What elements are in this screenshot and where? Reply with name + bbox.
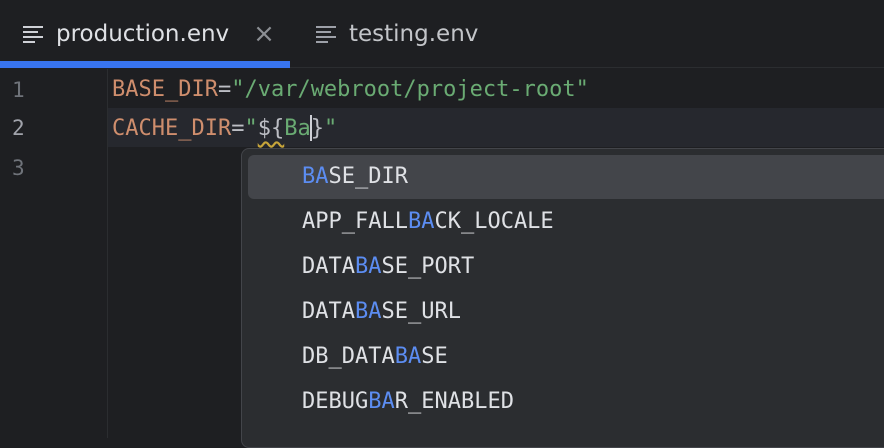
close-icon[interactable]: ×	[253, 21, 275, 47]
equals-sign: =	[231, 116, 245, 141]
close-quote: "	[323, 116, 338, 141]
item-prefix: DATA	[302, 299, 355, 324]
env-value: "/var/webroot/project-root"	[231, 77, 589, 102]
completion-popup: BASE_DIR APP_FALLBACK_LOCALE DATABASE_PO…	[241, 148, 884, 448]
match-highlight: BA	[368, 389, 395, 414]
item-suffix: SE_PORT	[381, 254, 475, 279]
item-suffix: SE_URL	[381, 299, 461, 324]
match-highlight: BA	[394, 344, 422, 369]
completion-item-db-database[interactable]: DB_DATABASE	[248, 335, 884, 379]
equals-sign: =	[217, 77, 232, 102]
line-number: 2	[12, 116, 25, 140]
line-number-gutter: 1 2 3	[0, 69, 108, 438]
text-file-icon	[22, 24, 44, 44]
editor-tab-bar: production.env × testing.env	[0, 0, 884, 68]
env-key: BASE_DIR	[112, 77, 218, 102]
tab-production-env[interactable]: production.env ×	[0, 0, 290, 68]
item-prefix: DEBUG	[302, 389, 369, 414]
item-prefix: DB_DATA	[302, 344, 395, 369]
item-suffix: SE	[421, 344, 448, 369]
match-highlight: BA	[302, 164, 329, 189]
template-close: }	[310, 116, 324, 141]
line-number: 3	[12, 156, 25, 180]
env-key: CACHE_DIR	[112, 116, 232, 141]
match-highlight: BA	[354, 299, 382, 324]
text-file-icon	[315, 24, 337, 44]
text-caret	[309, 115, 312, 141]
match-highlight: BA	[407, 209, 435, 234]
open-quote: "	[244, 116, 258, 141]
completion-item-debugbar-enabled[interactable]: DEBUGBAR_ENABLED	[248, 380, 884, 424]
match-highlight: BA	[354, 254, 382, 279]
active-tab-indicator	[0, 61, 290, 68]
item-suffix: SE_DIR	[328, 164, 408, 189]
item-suffix: CK_LOCALE	[434, 209, 554, 234]
line-number: 1	[12, 78, 25, 102]
item-prefix: APP_FALL	[302, 209, 408, 234]
completion-item-database-url[interactable]: DATABASE_URL	[248, 290, 884, 334]
item-prefix: DATA	[302, 254, 355, 279]
tab-label: production.env	[56, 21, 230, 47]
completion-item-app-fallback-locale[interactable]: APP_FALLBACK_LOCALE	[248, 200, 884, 244]
code-line-2[interactable]: CACHE_DIR="${Ba}"	[112, 109, 337, 148]
typed-text: Ba	[284, 116, 311, 141]
code-line-1[interactable]: BASE_DIR="/var/webroot/project-root"	[112, 70, 589, 109]
completion-item-base-dir[interactable]: BASE_DIR	[248, 155, 884, 199]
tab-label: testing.env	[349, 21, 479, 47]
completion-item-database-port[interactable]: DATABASE_PORT	[248, 245, 884, 289]
item-suffix: R_ENABLED	[394, 389, 514, 414]
template-open: ${	[257, 116, 285, 141]
tab-testing-env[interactable]: testing.env	[290, 0, 478, 68]
